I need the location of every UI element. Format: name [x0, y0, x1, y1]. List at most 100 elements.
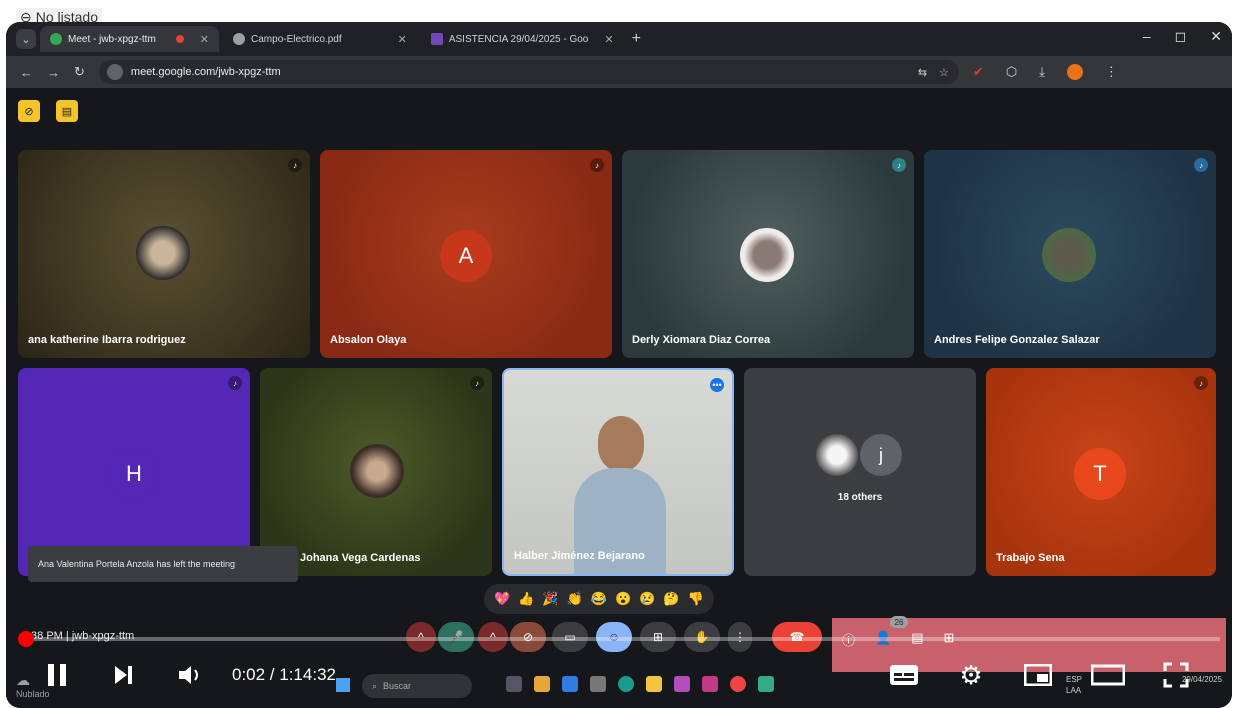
subtitles-button[interactable]: [886, 658, 922, 692]
participant-name: Absalon Olaya: [330, 334, 407, 346]
translate-icon[interactable]: ⇆: [918, 66, 927, 79]
participant-tile[interactable]: T ♪ Trabajo Sena: [986, 368, 1216, 576]
volume-button[interactable]: [174, 658, 208, 692]
avatar: A: [440, 230, 492, 282]
url-text: meet.google.com/jwb-xpgz-ttm: [130, 66, 281, 78]
thumbs-up-reaction-icon[interactable]: 👍: [518, 591, 534, 607]
progress-bar[interactable]: [18, 631, 1220, 647]
subtitles-icon: [890, 665, 918, 685]
theater-icon: [1091, 664, 1125, 686]
clap-reaction-icon[interactable]: 👏: [567, 591, 583, 607]
close-tab-icon[interactable]: ✕: [398, 33, 407, 46]
scrubber-handle[interactable]: [18, 631, 34, 647]
recording-icon: [175, 35, 184, 43]
speaking-indicator-icon: ♪: [288, 158, 302, 172]
gear-icon: ⚙: [959, 659, 983, 690]
restore-icon[interactable]: ◻: [1175, 28, 1187, 45]
participant-name: Trabajo Sena: [996, 552, 1065, 564]
participant-tile[interactable]: ♪ Andres Felipe Gonzalez Salazar: [924, 150, 1216, 358]
speaking-indicator-icon: ♪: [892, 158, 906, 172]
back-icon[interactable]: ←: [20, 65, 33, 80]
avatar: j: [860, 434, 902, 476]
tab-label: Meet - jwb-xpgz-ttm: [68, 33, 156, 45]
left-meeting-notification: Ana Valentina Portela Anzola has left th…: [28, 546, 298, 582]
others-tile[interactable]: j 18 others: [744, 368, 976, 576]
speaking-indicator-icon: ♪: [590, 158, 604, 172]
hide-self-button[interactable]: ⊘: [18, 100, 40, 122]
close-tab-icon[interactable]: ✕: [200, 33, 209, 46]
tab-pdf[interactable]: Campo-Electrico.pdf ✕: [223, 26, 417, 52]
forms-favicon-icon: [430, 33, 443, 45]
download-icon[interactable]: ⤓: [1039, 64, 1045, 80]
sad-reaction-icon[interactable]: 😢: [639, 591, 655, 607]
avatar: [350, 444, 404, 498]
avatar: [136, 226, 190, 280]
close-tab-icon[interactable]: ✕: [604, 33, 613, 46]
minimize-icon[interactable]: –: [1143, 28, 1151, 45]
tab-label: Campo-Electrico.pdf: [251, 33, 342, 45]
speaking-indicator-icon: ♪: [1194, 376, 1208, 390]
group-avatar: [816, 434, 858, 476]
checkmark-extension-icon[interactable]: ✔: [973, 64, 984, 80]
participant-tile[interactable]: H ♪: [18, 368, 250, 576]
toolbar-icons: ✔ ⬡ ⤓ ⋮: [973, 64, 1118, 80]
tab-search-button[interactable]: ⌄: [16, 29, 36, 49]
new-tab-icon[interactable]: +: [632, 30, 641, 48]
fullscreen-button[interactable]: [1158, 658, 1194, 692]
close-window-icon[interactable]: ✕: [1210, 28, 1222, 45]
bookmark-star-icon[interactable]: ☆: [939, 66, 949, 79]
tab-asistencia[interactable]: ASISTENCIA 29/04/2025 - Goo ✕: [421, 26, 624, 52]
more-options-icon[interactable]: •••: [710, 378, 724, 392]
settings-button[interactable]: ⚙: [954, 658, 988, 692]
speaking-indicator-icon: ♪: [470, 376, 484, 390]
speaking-indicator-icon: ♪: [228, 376, 242, 390]
profile-avatar[interactable]: [1066, 64, 1083, 80]
time-display: 0:02 / 1:14:32: [232, 665, 336, 684]
forward-icon[interactable]: →: [47, 65, 60, 80]
reload-icon[interactable]: ↻: [74, 64, 85, 80]
participant-tile-self[interactable]: ••• Halber Jiménez Bejarano: [502, 368, 734, 576]
participant-name: ana katherine Ibarra rodriguez: [28, 334, 186, 346]
browser-address-bar: ← → ↻ meet.google.com/jwb-xpgz-ttm ⇆ ☆ ✔…: [6, 56, 1232, 88]
pause-icon: [48, 664, 66, 686]
volume-icon: [179, 666, 198, 684]
pause-button[interactable]: [42, 658, 72, 692]
participant-name: Johana Vega Cardenas: [300, 552, 421, 564]
speaking-indicator-icon: ♪: [1194, 158, 1208, 172]
next-button[interactable]: [108, 658, 138, 692]
participant-tile[interactable]: ♪ Derly Xiomara Diaz Correa: [622, 150, 914, 358]
heart-reaction-icon[interactable]: 💖: [494, 591, 510, 607]
theater-mode-button[interactable]: [1088, 658, 1128, 692]
player-controls: 0:02 / 1:14:32 ⚙: [6, 652, 1232, 702]
site-info-icon[interactable]: [106, 64, 123, 80]
reactions-bar: 💖 👍 🎉 👏 😂 😮 😢 🤔 👎: [484, 584, 714, 614]
people-count-badge: 26: [890, 616, 908, 628]
captions-panel-button[interactable]: ▤: [56, 100, 78, 122]
extensions-icon[interactable]: ⬡: [1006, 64, 1017, 80]
screenshot-root: ⊖ No listado ⌄ Meet - jwb-xpgz-ttm ✕ Cam…: [0, 0, 1238, 708]
laugh-reaction-icon[interactable]: 😂: [591, 591, 607, 607]
party-reaction-icon[interactable]: 🎉: [542, 591, 558, 607]
avatar: T: [1074, 448, 1126, 500]
avatar: H: [108, 448, 160, 500]
avatar: [1042, 228, 1096, 282]
tab-meet[interactable]: Meet - jwb-xpgz-ttm ✕: [40, 26, 220, 52]
thinking-reaction-icon[interactable]: 🤔: [663, 591, 679, 607]
others-count: 18 others: [837, 492, 883, 503]
menu-icon[interactable]: ⋮: [1105, 64, 1118, 80]
thumbs-down-reaction-icon[interactable]: 👎: [688, 591, 704, 607]
participant-tile[interactable]: A ♪ Absalon Olaya: [320, 150, 612, 358]
participant-tile[interactable]: ♪ ana katherine Ibarra rodriguez: [18, 150, 310, 358]
surprised-reaction-icon[interactable]: 😮: [615, 591, 631, 607]
window-controls: – ◻ ✕: [1143, 28, 1222, 45]
video-player[interactable]: ⌄ Meet - jwb-xpgz-ttm ✕ Campo-Electrico.…: [6, 22, 1232, 708]
participant-tile[interactable]: ♪ Johana Vega Cardenas: [260, 368, 492, 576]
fullscreen-icon: [1163, 662, 1189, 688]
miniplayer-button[interactable]: [1020, 658, 1056, 692]
next-icon: [115, 666, 132, 684]
participant-name: Andres Felipe Gonzalez Salazar: [934, 334, 1100, 346]
pdf-favicon-icon: [233, 33, 246, 45]
url-bar[interactable]: meet.google.com/jwb-xpgz-ttm ⇆ ☆: [98, 60, 959, 84]
miniplayer-icon: [1024, 664, 1052, 686]
browser-tab-bar: ⌄ Meet - jwb-xpgz-ttm ✕ Campo-Electrico.…: [6, 22, 1232, 56]
